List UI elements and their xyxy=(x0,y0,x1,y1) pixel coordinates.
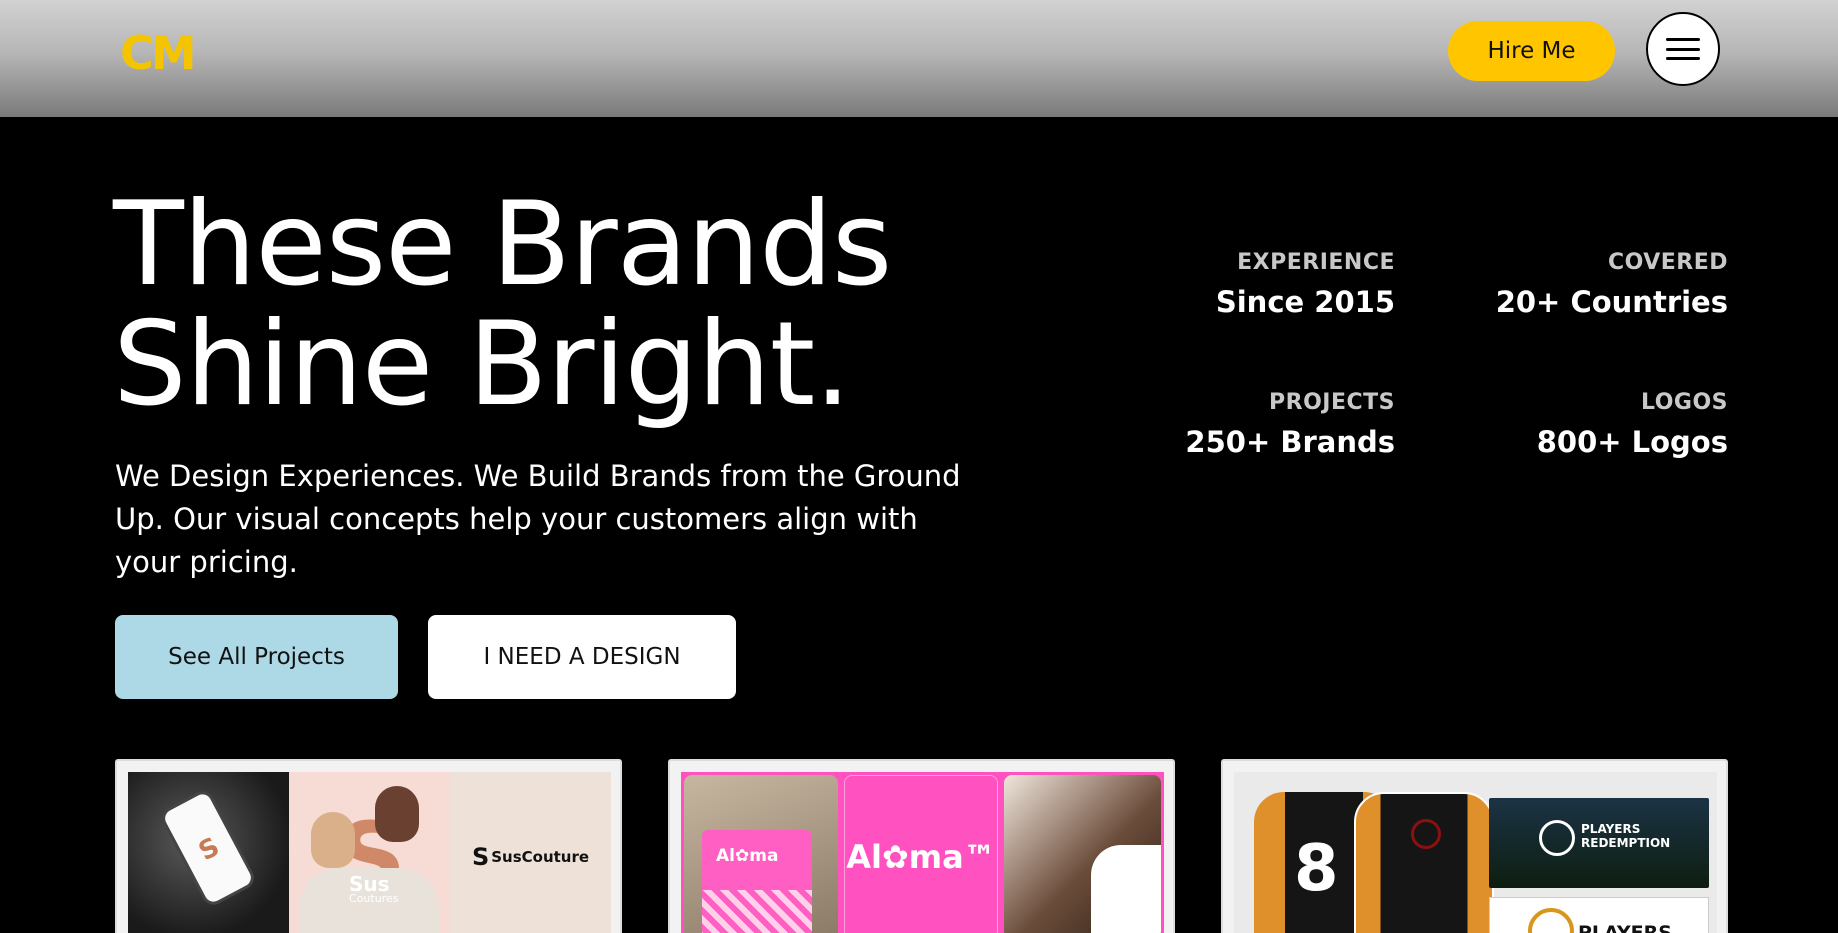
brand-lockup-text: SusCouture xyxy=(491,848,590,866)
stat-label: COVERED xyxy=(1607,250,1728,275)
banner-text: PLAYERS xyxy=(1578,922,1672,933)
suscouture-logo-icon: S xyxy=(471,843,490,871)
towel-shape xyxy=(1091,845,1161,933)
hero-title-line-1: These Brands xyxy=(113,177,892,312)
brand-subname: Coutures xyxy=(349,892,399,905)
aloma-frame: Al✿ma Al✿ma™ xyxy=(681,772,1164,933)
bag-pattern xyxy=(702,890,812,933)
site-header: CM Hire Me xyxy=(0,0,1838,117)
menu-button[interactable] xyxy=(1646,12,1720,86)
project-image-tote-bag: Al✿ma xyxy=(684,775,838,933)
stat-label: PROJECTS xyxy=(1269,390,1395,415)
project-card-aloma[interactable]: Al✿ma Al✿ma™ xyxy=(668,759,1175,933)
stat-covered: COVERED 20+ Countries xyxy=(1496,250,1728,319)
jersey-crest-icon xyxy=(1411,819,1441,849)
model-head xyxy=(311,812,355,868)
bag-brand-text: Al✿ma xyxy=(716,846,779,866)
project-image-logo: Al✿ma™ xyxy=(844,775,998,933)
stat-logos: LOGOS 800+ Logos xyxy=(1537,390,1728,459)
phone-logo-mark: S xyxy=(193,831,225,868)
project-card-players-redemption[interactable]: 8 PLAYERS REDEMPTION PLAYERS xyxy=(1221,759,1728,933)
phone-mockup: S xyxy=(157,787,259,909)
project-image-facial xyxy=(1004,775,1161,933)
aloma-logo: Al✿ma™ xyxy=(846,838,996,876)
need-a-design-button[interactable]: I NEED A DESIGN xyxy=(428,615,736,699)
stat-label: EXPERIENCE xyxy=(1237,250,1395,275)
banner-text: PLAYERS REDEMPTION xyxy=(1581,822,1671,850)
players-logo-icon xyxy=(1528,908,1574,933)
stat-value: 20+ Countries xyxy=(1495,285,1728,319)
see-all-projects-button[interactable]: See All Projects xyxy=(115,615,398,699)
jersey-number: 8 xyxy=(1294,832,1339,906)
hire-me-button[interactable]: Hire Me xyxy=(1448,21,1615,81)
project-image-lockup: S SusCouture xyxy=(450,772,611,933)
hero-title: These Brands Shine Bright. xyxy=(113,185,1013,425)
project-image-models: S Sus Coutures xyxy=(289,772,450,933)
jersey-back xyxy=(1354,792,1494,933)
hamburger-menu-icon xyxy=(1666,38,1700,60)
stadium-banner: PLAYERS REDEMPTION xyxy=(1489,798,1709,888)
logo-banner: PLAYERS xyxy=(1489,897,1709,933)
cross-crest-icon xyxy=(1539,820,1575,856)
hero-title-line-2: Shine Bright. xyxy=(113,297,851,432)
project-card-suscouture[interactable]: S S Sus Coutures S SusCouture xyxy=(115,759,622,933)
stat-value: 250+ Brands xyxy=(1185,425,1395,459)
stat-experience: EXPERIENCE Since 2015 xyxy=(1216,250,1395,319)
stat-projects: PROJECTS 250+ Brands xyxy=(1185,390,1395,459)
model-head xyxy=(375,786,419,842)
tote-bag: Al✿ma xyxy=(702,830,812,933)
players-redemption-frame: 8 PLAYERS REDEMPTION PLAYERS xyxy=(1234,772,1717,933)
hero-subtitle: We Design Experiences. We Build Brands f… xyxy=(115,459,961,579)
stat-label: LOGOS xyxy=(1640,390,1728,415)
site-logo[interactable]: CM xyxy=(120,26,197,80)
stat-value: Since 2015 xyxy=(1215,285,1395,319)
stat-value: 800+ Logos xyxy=(1536,425,1728,459)
project-image-phone: S xyxy=(128,772,289,933)
